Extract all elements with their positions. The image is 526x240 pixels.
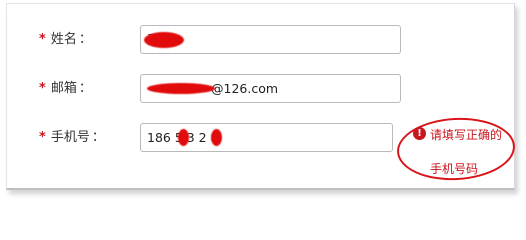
exclamation-circle-icon: ! xyxy=(413,127,426,140)
phone-label-text: 手机号 xyxy=(50,130,90,145)
phone-error-callout: ! 请填写正确的 手机号码 xyxy=(395,114,517,184)
error-message-line2: 手机号码 xyxy=(430,162,479,176)
email-input-value: @126.com xyxy=(211,81,279,96)
required-mark: * xyxy=(39,81,46,96)
name-redaction xyxy=(144,32,184,48)
phone-label: * 手机号： xyxy=(39,129,105,147)
email-label: * 邮箱： xyxy=(39,80,92,98)
email-redaction xyxy=(147,83,215,94)
required-mark: * xyxy=(39,130,46,145)
phone-redaction-2 xyxy=(211,129,222,146)
name-label: * 姓名： xyxy=(39,31,92,49)
name-row: *姓名： 王 xyxy=(7,25,514,55)
required-mark: * xyxy=(39,32,46,47)
colon: ： xyxy=(91,130,105,145)
error-message-line1: 请填写正确的 xyxy=(430,128,503,142)
name-label-text: 姓名 xyxy=(50,32,77,47)
email-label-text: 邮箱 xyxy=(50,81,77,96)
colon: ： xyxy=(78,81,92,96)
colon: ： xyxy=(78,32,92,47)
phone-redaction-1 xyxy=(178,129,189,146)
email-row: * 邮箱： @126.com xyxy=(7,74,514,104)
